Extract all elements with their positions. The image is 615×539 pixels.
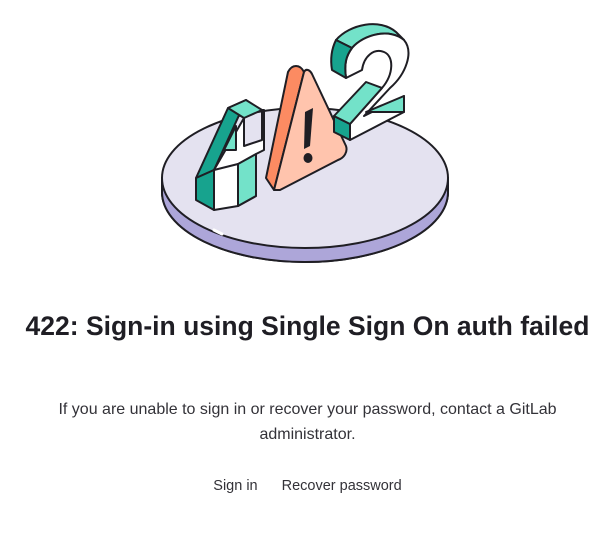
error-422-illustration: [161, 23, 449, 263]
error-page: 422: Sign-in using Single Sign On auth f…: [0, 0, 615, 539]
digit-2-icon: [330, 23, 410, 141]
recover-password-link[interactable]: Recover password: [282, 476, 402, 496]
error-title: 422: Sign-in using Single Sign On auth f…: [25, 311, 590, 341]
error-actions: Sign in Recover password: [0, 476, 615, 496]
sign-in-link[interactable]: Sign in: [213, 476, 257, 496]
error-message: If you are unable to sign in or recover …: [58, 401, 557, 443]
